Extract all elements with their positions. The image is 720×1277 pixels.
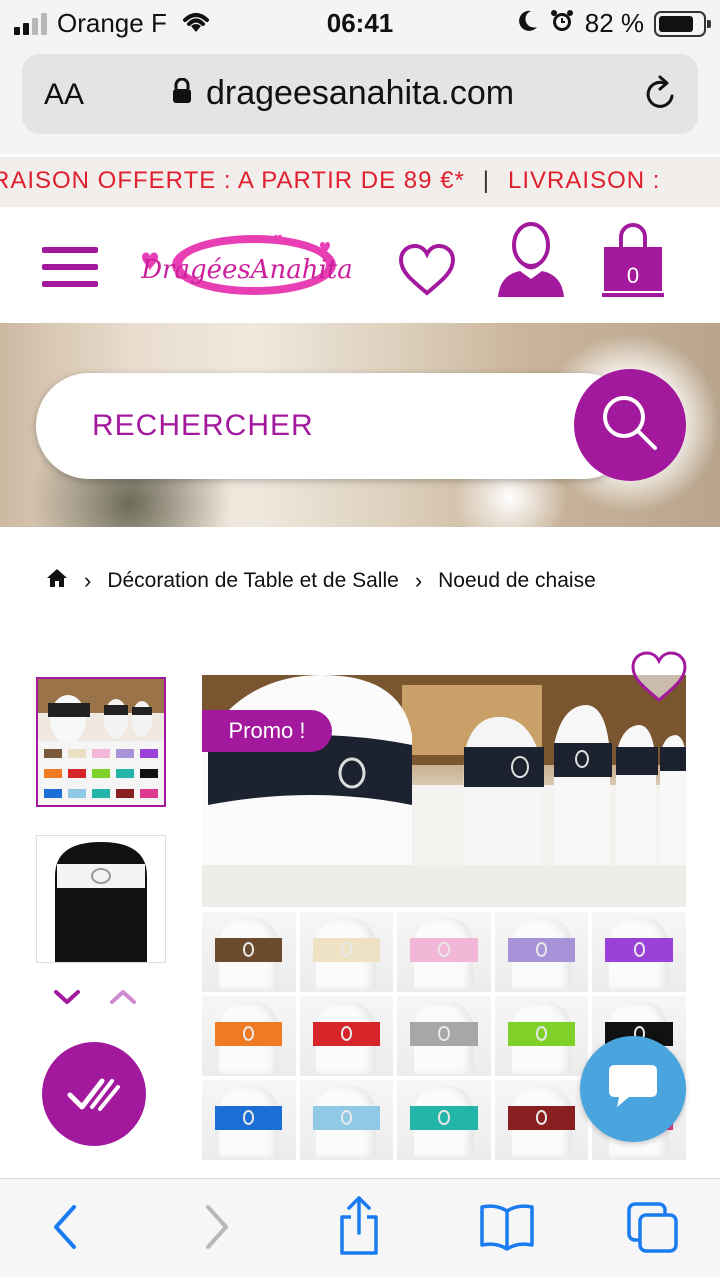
promo-banner: RAISON OFFERTE : A PARTIR DE 89 €* | LIVRA…: [0, 157, 720, 207]
buckle-ring: [535, 1026, 548, 1041]
thumbnail-1[interactable]: [36, 677, 166, 807]
product-thumbnails: [36, 677, 168, 963]
url-display[interactable]: drageesanahita.com: [172, 74, 514, 113]
search-icon: [599, 392, 661, 459]
logo-text: DragéesAnahita: [141, 255, 353, 285]
breadcrumb-item-current[interactable]: Noeud de chaise: [438, 569, 596, 593]
color-swatch[interactable]: [299, 996, 394, 1076]
heart-icon[interactable]: [398, 243, 456, 302]
status-right: 82 %: [517, 8, 711, 39]
verified-badge[interactable]: [42, 1042, 146, 1146]
color-swatch[interactable]: [397, 912, 491, 992]
shopping-bag-icon[interactable]: 0: [600, 223, 666, 297]
buckle-ring: [438, 942, 450, 957]
chevron-right-icon: ›: [84, 568, 92, 593]
cart-count-badge: 0: [626, 263, 640, 288]
text-size-button[interactable]: AA: [44, 78, 84, 112]
color-swatch[interactable]: [202, 1080, 296, 1160]
color-swatch[interactable]: [397, 1080, 491, 1160]
bookmarks-icon[interactable]: [478, 1201, 536, 1256]
user-icon[interactable]: [496, 221, 566, 302]
search-bar: [36, 373, 636, 479]
browser-toolbar: [0, 1178, 720, 1277]
thumbnail-arrows: [52, 987, 138, 1012]
site-logo[interactable]: DragéesAnahita: [134, 229, 360, 309]
alarm-icon: [549, 8, 575, 39]
url-text: drageesanahita.com: [206, 74, 515, 112]
checkmark-icon: [64, 1067, 124, 1122]
chevron-right-icon: ›: [414, 568, 423, 593]
site-header: DragéesAnahita 0: [0, 207, 720, 323]
tabs-icon[interactable]: [626, 1201, 680, 1260]
moon-icon: [517, 9, 539, 38]
status-bar: Orange F 06:41 82 %: [0, 0, 720, 48]
color-swatch[interactable]: [202, 996, 296, 1076]
buckle-ring: [438, 1026, 450, 1041]
buckle-ring: [340, 1026, 352, 1041]
home-icon[interactable]: [46, 568, 68, 594]
color-swatch[interactable]: [494, 912, 589, 992]
share-icon[interactable]: [334, 1195, 384, 1262]
buckle-ring: [535, 942, 548, 957]
battery-icon: [654, 10, 711, 37]
color-swatch[interactable]: [299, 912, 394, 992]
promo-badge: Promo !: [202, 710, 332, 752]
thumbnail-2[interactable]: [36, 835, 166, 963]
battery-percentage: 82 %: [584, 8, 644, 38]
buckle-ring: [535, 1110, 548, 1125]
buckle-ring: [438, 1110, 450, 1125]
reload-icon[interactable]: [642, 74, 680, 119]
menu-icon[interactable]: [42, 247, 98, 287]
chevron-down-icon[interactable]: [52, 987, 82, 1012]
breadcrumb-item-category[interactable]: Décoration de Table et de Salle: [107, 569, 398, 593]
back-icon[interactable]: [48, 1201, 84, 1258]
chat-bubble-icon: [605, 1061, 661, 1118]
promo-text: RAISON OFFERTE : A PARTIR DE 89 €*: [0, 167, 465, 194]
chevron-up-icon[interactable]: [108, 987, 138, 1012]
wishlist-heart-icon[interactable]: [630, 650, 688, 709]
address-bar[interactable]: AA drageesanahita.com: [22, 54, 698, 134]
color-swatch[interactable]: [494, 1080, 589, 1160]
search-input[interactable]: [92, 403, 552, 449]
hero-banner: [0, 323, 720, 527]
browser-url-area: AA drageesanahita.com: [0, 48, 720, 154]
promo-text-repeat: LIVRAISON :: [508, 167, 661, 194]
buckle-ring: [340, 942, 352, 957]
color-swatch[interactable]: [397, 996, 491, 1076]
promo-separator: |: [482, 167, 491, 194]
forward-icon[interactable]: [198, 1201, 234, 1258]
buckle-ring: [633, 942, 645, 957]
lock-icon: [172, 74, 192, 113]
buckle-ring: [340, 1110, 352, 1125]
color-swatch[interactable]: [494, 996, 589, 1076]
color-swatch[interactable]: [299, 1080, 394, 1160]
color-swatch[interactable]: [202, 912, 296, 992]
breadcrumb: › Décoration de Table et de Salle › Noeu…: [46, 566, 688, 596]
search-button[interactable]: [574, 369, 686, 481]
color-swatch[interactable]: [592, 912, 686, 992]
chat-button[interactable]: [580, 1036, 686, 1142]
